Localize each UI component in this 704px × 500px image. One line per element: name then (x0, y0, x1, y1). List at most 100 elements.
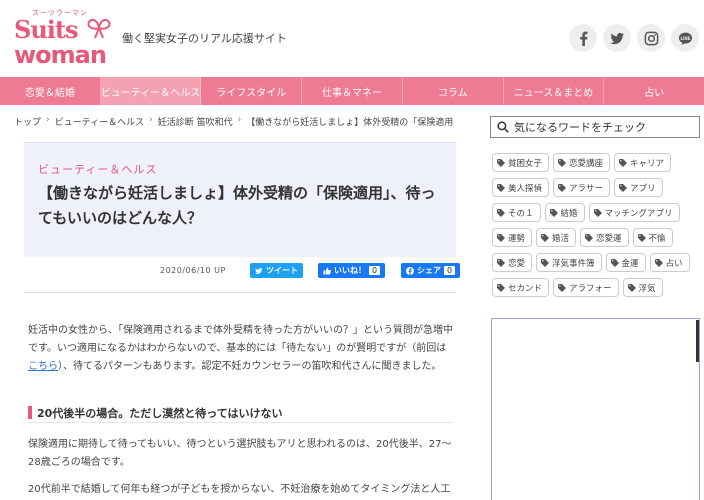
tag-item[interactable]: 運勢 (492, 228, 533, 247)
nav-item-column[interactable]: コラム (403, 77, 504, 105)
tag-label: 婚活 (552, 233, 570, 244)
tag-icon (497, 183, 505, 192)
logo-woman: woman (14, 41, 107, 69)
facebook-icon (579, 31, 587, 46)
tag-item[interactable]: 金運 (605, 253, 646, 272)
line-icon: LINE (678, 32, 692, 45)
tag-icon (654, 258, 663, 267)
tweet-label: ツイート (266, 266, 298, 275)
tag-label: 不倫 (648, 233, 666, 244)
tag-icon (549, 208, 558, 217)
tag-item[interactable]: アラフォー (553, 278, 619, 297)
thumbs-up-icon (323, 267, 331, 274)
instagram-button[interactable] (637, 24, 665, 52)
keyword-search-box[interactable] (490, 116, 700, 138)
tag-item[interactable]: 浮気事件簿 (536, 253, 602, 272)
breadcrumb-item-series[interactable]: 妊活診断 笛吹和代 (158, 115, 233, 128)
tag-label: 恋愛 (508, 258, 526, 269)
tag-label: アプリ (630, 183, 656, 194)
twitter-icon (609, 32, 624, 44)
site-header: スーツウーマン Suits woman 働く堅実女子のリアル応援サイト LINE (0, 0, 704, 76)
tag-item[interactable]: 恋愛講座 (553, 153, 611, 172)
nav-item-fortune[interactable]: 占い (604, 77, 704, 105)
article-header-card: ビューティー＆ヘルス 【働きながら妊活しましょ】体外受精の「保険適用」、待っても… (24, 142, 456, 257)
tag-item[interactable]: アプリ (614, 178, 663, 197)
tag-label: アラフォー (569, 283, 612, 294)
nav-item-news[interactable]: ニュース＆まとめ (504, 77, 605, 105)
tag-label: 浮気事件簿 (552, 258, 595, 269)
breadcrumb-item-category[interactable]: ビューティー＆ヘルス (55, 115, 144, 128)
article-intro: 妊活中の女性から、「保険適用されるまで体外受精を待った方がいいの？」という質問が… (28, 322, 453, 376)
tag-label: キャリア (630, 158, 665, 169)
breadcrumb-item-top[interactable]: トップ (14, 115, 41, 128)
facebook-share-button[interactable]: シェア 0 (401, 263, 461, 278)
line-button[interactable]: LINE (671, 24, 699, 52)
tag-item[interactable]: 婚活 (536, 228, 577, 247)
keyword-search-input[interactable] (514, 120, 694, 134)
site-logo[interactable]: スーツウーマン Suits woman (14, 8, 114, 69)
like-button[interactable]: いいね！ 0 (318, 263, 386, 278)
nav-item-beauty-health[interactable]: ビューティー＆ヘルス (100, 77, 202, 105)
nav-item-love-marriage[interactable]: 恋愛＆結婚 (0, 77, 101, 105)
tag-label: セカンド (508, 283, 543, 294)
tag-label: 浮気 (638, 283, 656, 294)
tag-icon (610, 258, 619, 267)
tag-icon (619, 183, 628, 192)
logo-ribbon-icon (87, 18, 111, 39)
tag-cloud: 貧困女子 恋愛講座 キャリア美人探偵 アラサー アプリその１ 結婚 マッチングアプリ運勢 婚活… (492, 153, 700, 297)
tag-item[interactable]: 不倫 (632, 228, 673, 247)
tag-item[interactable]: 美人探偵 (492, 178, 550, 197)
tag-icon (637, 233, 646, 242)
tag-icon (627, 283, 636, 292)
tag-label: マッチングアプリ (604, 208, 673, 219)
tag-icon (541, 233, 550, 242)
article-divider (24, 292, 456, 293)
article-paragraph: 保険適用に期待して待ってもいい、待つという選択肢もアリと思われるのは、20代後半… (28, 439, 452, 468)
search-icon (497, 121, 509, 133)
tag-item[interactable]: 占い (649, 253, 690, 272)
ad-scrollbar[interactable] (696, 320, 699, 362)
facebook-share-count: 0 (444, 266, 456, 275)
tag-item[interactable]: アラサー (553, 178, 611, 197)
tag-label: アラサー (569, 183, 604, 194)
tag-item[interactable]: 結婚 (544, 203, 585, 222)
nav-item-work-money[interactable]: 仕事＆マネー (302, 77, 403, 105)
tag-icon (558, 283, 567, 292)
tweet-button[interactable]: ツイート (250, 263, 303, 278)
twitter-button[interactable] (603, 24, 631, 52)
instagram-icon (644, 31, 658, 45)
tag-label: 貧困女子 (508, 158, 543, 169)
line-icon-label: LINE (680, 35, 690, 40)
tag-label: 占い (665, 258, 683, 269)
tag-icon (558, 183, 567, 192)
breadcrumb-separator: › (149, 115, 153, 125)
nav-item-lifestyle[interactable]: ライフスタイル (201, 77, 303, 105)
facebook-share-label: シェア (417, 266, 441, 275)
article-category[interactable]: ビューティー＆ヘルス (38, 161, 157, 177)
tag-label: 恋愛運 (596, 233, 622, 244)
tag-item[interactable]: マッチングアプリ (588, 203, 680, 222)
tag-item[interactable]: 恋愛運 (580, 228, 629, 247)
tag-icon (497, 258, 505, 267)
facebook-button[interactable] (569, 24, 597, 52)
tag-item[interactable]: その１ (492, 203, 541, 222)
section-heading: 20代後半の場合。ただし漠然と待ってはいけない (28, 403, 453, 423)
tag-label: その１ (508, 208, 534, 219)
intro-text-after-link: ）、待てるパターンもあります。認定不妊カウンセラーの笛吹和代さんに聞きました。 (58, 361, 442, 372)
tag-item[interactable]: 恋愛 (492, 253, 533, 272)
section-heading-text: 20代後半の場合。ただし漠然と待ってはいけない (37, 406, 283, 420)
tag-label: 美人探偵 (508, 183, 543, 194)
tag-icon (558, 158, 567, 167)
tag-item[interactable]: キャリア (614, 153, 672, 172)
intro-text-before-link: 妊活中の女性から、「保険適用されるまで体外受精を待った方がいいの？」という質問が… (28, 325, 453, 354)
tag-icon (497, 283, 505, 292)
breadcrumb: トップ › ビューティー＆ヘルス › 妊活診断 笛吹和代 › 【働きながら妊活し… (14, 115, 454, 128)
tag-item[interactable]: 浮気 (622, 278, 663, 297)
tag-label: 金運 (621, 258, 639, 269)
tag-icon (585, 233, 594, 242)
tag-item[interactable]: 貧困女子 (492, 153, 550, 172)
breadcrumb-item-current: 【働きながら妊活しましょ】体外受精の「保険適用」... (246, 118, 454, 128)
previous-article-link[interactable]: こちら (28, 361, 58, 372)
tag-item[interactable]: セカンド (492, 278, 550, 297)
tag-label: 恋愛講座 (569, 158, 604, 169)
